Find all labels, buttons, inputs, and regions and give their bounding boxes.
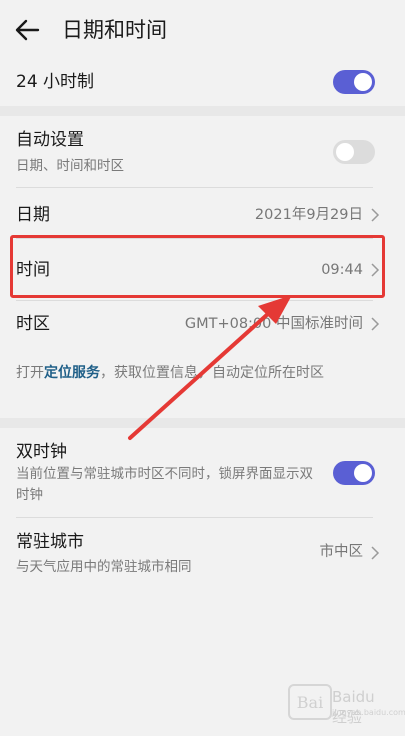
- location-info-suffix: ，获取位置信息，自动定位所在时区: [100, 365, 324, 381]
- clock24-label: 24 小时制: [16, 72, 95, 92]
- chevron-right-icon: [371, 208, 380, 222]
- toggle-knob: [336, 143, 354, 161]
- time-value: 09:44: [321, 262, 363, 278]
- date-label: 日期: [16, 205, 50, 225]
- date-row[interactable]: 日期 2021年9月29日: [0, 188, 405, 238]
- home-city-sub: 与天气应用中的常驻城市相同: [16, 559, 192, 575]
- location-service-link[interactable]: 定位服务: [44, 365, 100, 381]
- baidu-logo: Bai: [288, 684, 332, 720]
- clock24-toggle[interactable]: [333, 70, 375, 94]
- home-city-label: 常驻城市: [16, 532, 84, 552]
- toggle-knob: [354, 73, 372, 91]
- location-info: 打开定位服务，获取位置信息，自动定位所在时区: [16, 361, 376, 385]
- time-label: 时间: [16, 260, 50, 280]
- home-city-row[interactable]: 常驻城市 与天气应用中的常驻城市相同 市中区: [0, 518, 405, 582]
- toggle-knob: [354, 464, 372, 482]
- page-title: 日期和时间: [62, 18, 167, 42]
- dual-clock-label: 双时钟: [16, 442, 67, 462]
- divider: [16, 238, 373, 239]
- timezone-value: GMT+08:00 中国标准时间: [184, 316, 363, 332]
- time-row[interactable]: 时间 09:44: [0, 240, 405, 296]
- auto-set-sub: 日期、时间和时区: [16, 158, 124, 174]
- location-info-prefix: 打开: [16, 365, 44, 381]
- auto-set-label: 自动设置: [16, 130, 84, 150]
- section-separator: [0, 106, 405, 116]
- dual-clock-sub: 当前位置与常驻城市时区不同时，锁屏界面显示双时钟: [16, 466, 313, 503]
- arrow-left-icon[interactable]: [14, 18, 40, 42]
- date-value: 2021年9月29日: [254, 207, 363, 223]
- section-separator: [0, 418, 405, 428]
- chevron-right-icon: [371, 317, 380, 331]
- home-city-value: 市中区: [319, 544, 364, 560]
- chevron-right-icon: [371, 263, 380, 277]
- timezone-label: 时区: [16, 314, 50, 334]
- watermark-sub: jingyan.baidu.com: [332, 708, 405, 717]
- timezone-row[interactable]: 时区 GMT+08:00 中国标准时间: [0, 300, 405, 350]
- auto-set-toggle[interactable]: [333, 140, 375, 164]
- chevron-right-icon: [371, 546, 380, 560]
- baidu-watermark: Bai Baidu 经验 jingyan.baidu.com: [288, 680, 405, 726]
- app-header: 日期和时间: [0, 0, 405, 60]
- dual-clock-toggle[interactable]: [333, 461, 375, 485]
